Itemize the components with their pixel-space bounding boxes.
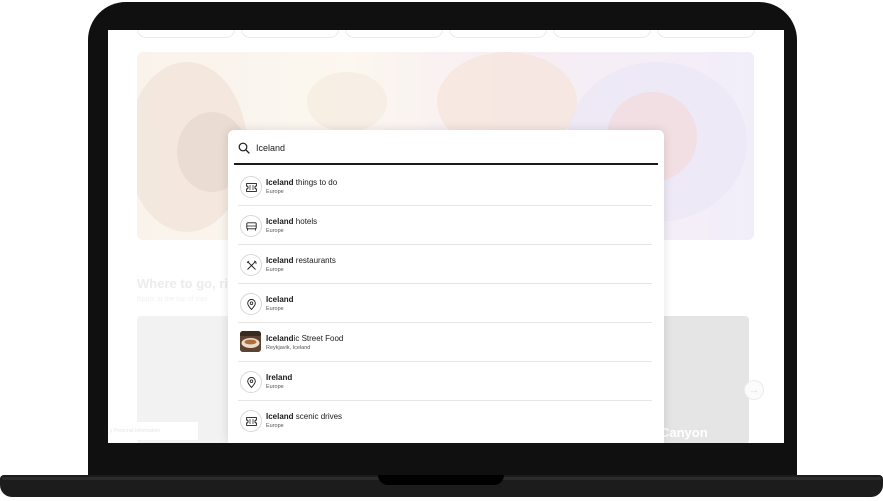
search-input[interactable] xyxy=(256,140,636,156)
search-result-item[interactable]: Iceland hotels Europe xyxy=(238,207,652,245)
location-pin-icon xyxy=(246,376,256,388)
search-result-item[interactable]: Iceland Europe xyxy=(238,285,652,323)
search-dropdown: Iceland things to do Europe Iceland hote… xyxy=(228,130,664,443)
result-subtitle: Europe xyxy=(266,384,284,390)
ticket-icon xyxy=(245,182,257,192)
bed-icon xyxy=(245,221,257,231)
laptop-screen: Where to go, ri Spots at the top of trav… xyxy=(108,30,784,443)
result-title: Iceland hotels xyxy=(266,217,318,226)
ticket-icon xyxy=(245,416,257,426)
result-subtitle: Europe xyxy=(266,189,284,195)
result-subtitle: Europe xyxy=(266,228,284,234)
result-subtitle: Reykjavik, Iceland xyxy=(266,345,311,351)
search-result-item[interactable]: Ireland Europe xyxy=(238,363,652,401)
search-result-item[interactable]: Icelandic Street Food Reykjavik, Iceland xyxy=(238,324,652,362)
food-thumbnail xyxy=(240,331,261,352)
location-pin-icon xyxy=(246,298,256,310)
result-title: Icelandic Street Food xyxy=(266,334,344,343)
result-subtitle: Europe xyxy=(266,423,284,429)
search-bar[interactable] xyxy=(234,133,658,165)
result-subtitle: Europe xyxy=(266,267,284,273)
result-title: Iceland scenic drives xyxy=(266,412,343,421)
laptop-notch xyxy=(378,475,504,485)
result-title: Ireland xyxy=(266,373,293,382)
search-icon xyxy=(238,142,250,154)
result-subtitle: Europe xyxy=(266,306,284,312)
utensils-icon xyxy=(246,260,256,270)
result-title: Iceland xyxy=(266,295,294,304)
search-result-item[interactable]: Iceland things to do Europe xyxy=(238,168,652,206)
result-title: Iceland restaurants xyxy=(266,256,336,265)
result-title: Iceland things to do xyxy=(266,178,338,187)
search-result-item[interactable]: Iceland restaurants Europe xyxy=(238,246,652,284)
search-result-item[interactable]: Iceland scenic drives Europe xyxy=(238,402,652,440)
